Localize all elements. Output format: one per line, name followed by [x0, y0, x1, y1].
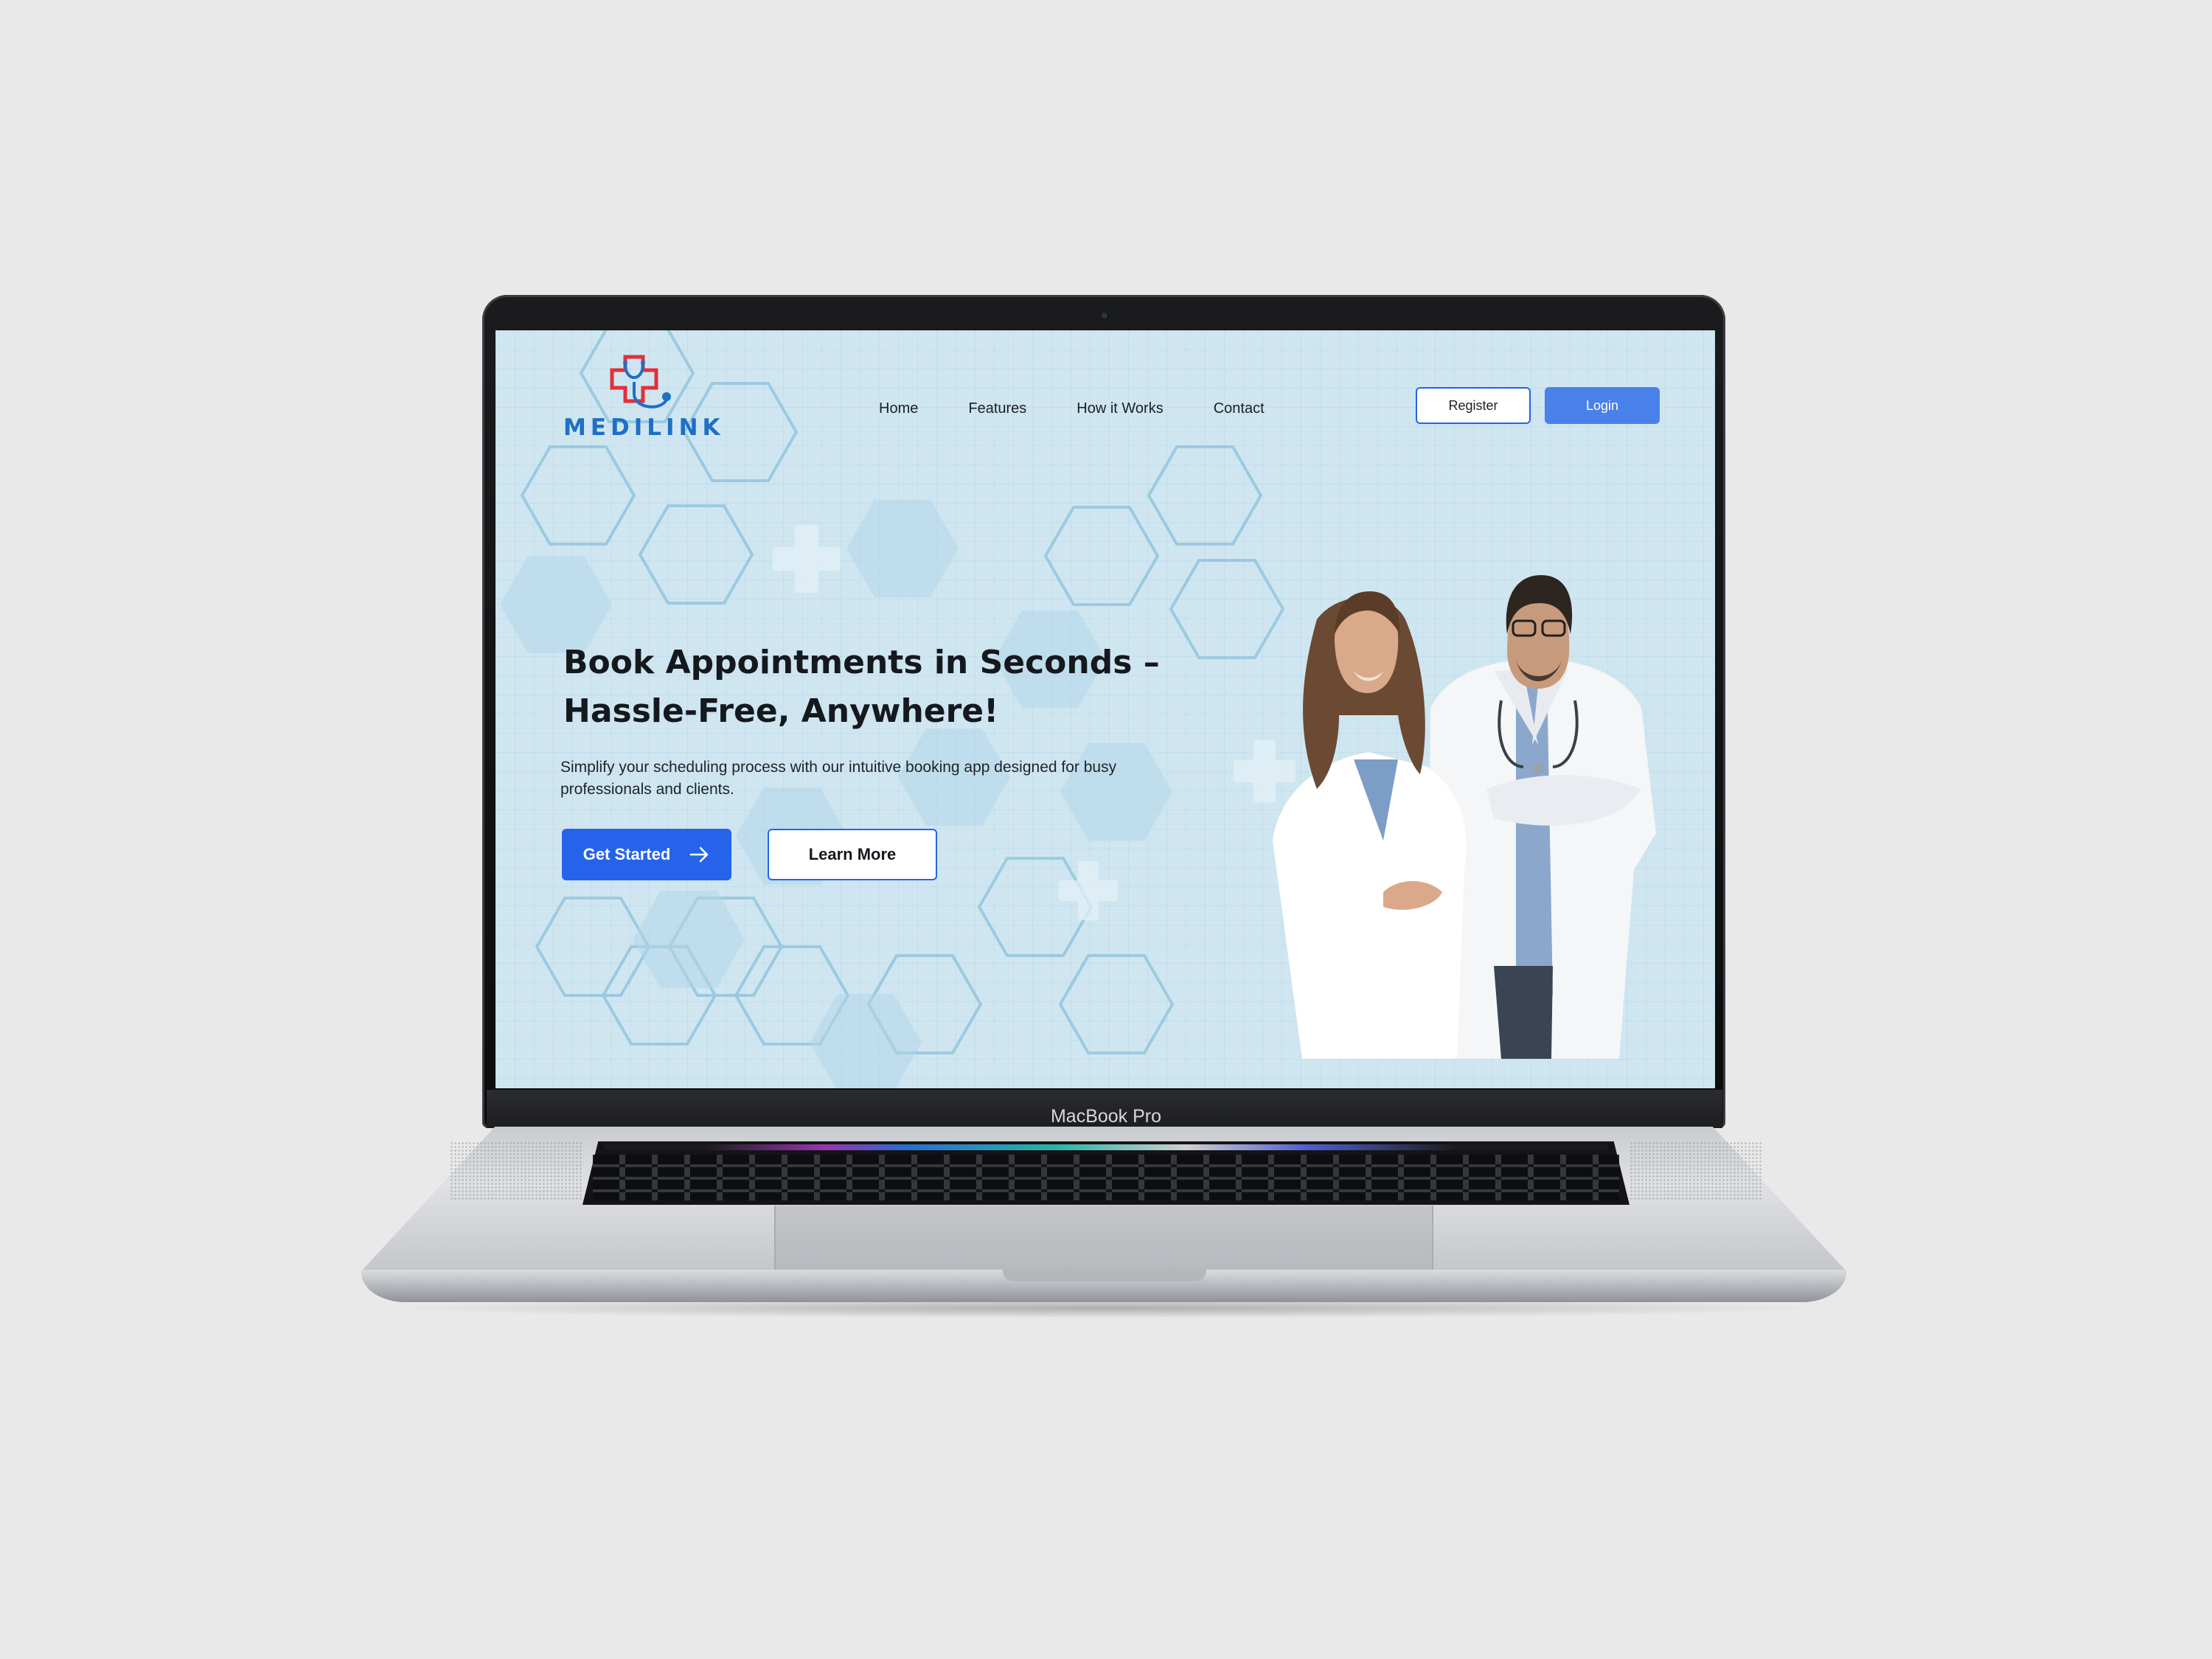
device-model-label: MacBook Pro: [1050, 1106, 1162, 1127]
hero-subtitle: Simplify your scheduling process with ou…: [560, 757, 1209, 801]
lid-opening-notch: [1003, 1270, 1206, 1281]
trackpad: [774, 1206, 1433, 1272]
hero-subtitle-line-2: professionals and clients.: [560, 781, 734, 798]
login-button[interactable]: Login: [1545, 387, 1660, 424]
arrow-right-icon: [689, 846, 709, 863]
medical-cross-stethoscope-icon: [610, 355, 671, 408]
speaker-grille-left: [450, 1141, 582, 1200]
get-started-label: Get Started: [582, 845, 671, 863]
register-button[interactable]: Register: [1416, 387, 1531, 424]
nav-item-how-it-works[interactable]: How it Works: [1077, 394, 1163, 423]
female-doctor-figure: [1273, 591, 1467, 1059]
hero-subtitle-line-1: Simplify your scheduling process with ou…: [560, 759, 1117, 776]
nav-item-contact[interactable]: Contact: [1214, 394, 1265, 423]
nav-item-features[interactable]: Features: [968, 394, 1026, 423]
two-doctors-photo: [1273, 575, 1656, 1059]
main-nav: Home Features How it Works Contact: [879, 394, 1315, 423]
brand-name: MEDILINK: [563, 414, 725, 441]
laptop-screen: MEDILINK Home Features How it Works Cont…: [495, 330, 1715, 1088]
hero-title-line-1: Book Appointments in Seconds –: [563, 644, 1160, 681]
hero-title-line-2: Hassle-Free, Anywhere!: [563, 692, 999, 730]
webcam: [1102, 313, 1107, 319]
get-started-button[interactable]: Get Started: [562, 829, 731, 880]
speaker-grille-right: [1630, 1141, 1762, 1200]
keyboard-keys: [593, 1155, 1619, 1200]
nav-item-home[interactable]: Home: [879, 394, 918, 423]
brand-logo[interactable]: MEDILINK: [563, 354, 725, 450]
hero-title: Book Appointments in Seconds – Hassle-Fr…: [563, 639, 1168, 736]
learn-more-button[interactable]: Learn More: [768, 829, 937, 880]
touch-bar: [605, 1144, 1607, 1150]
